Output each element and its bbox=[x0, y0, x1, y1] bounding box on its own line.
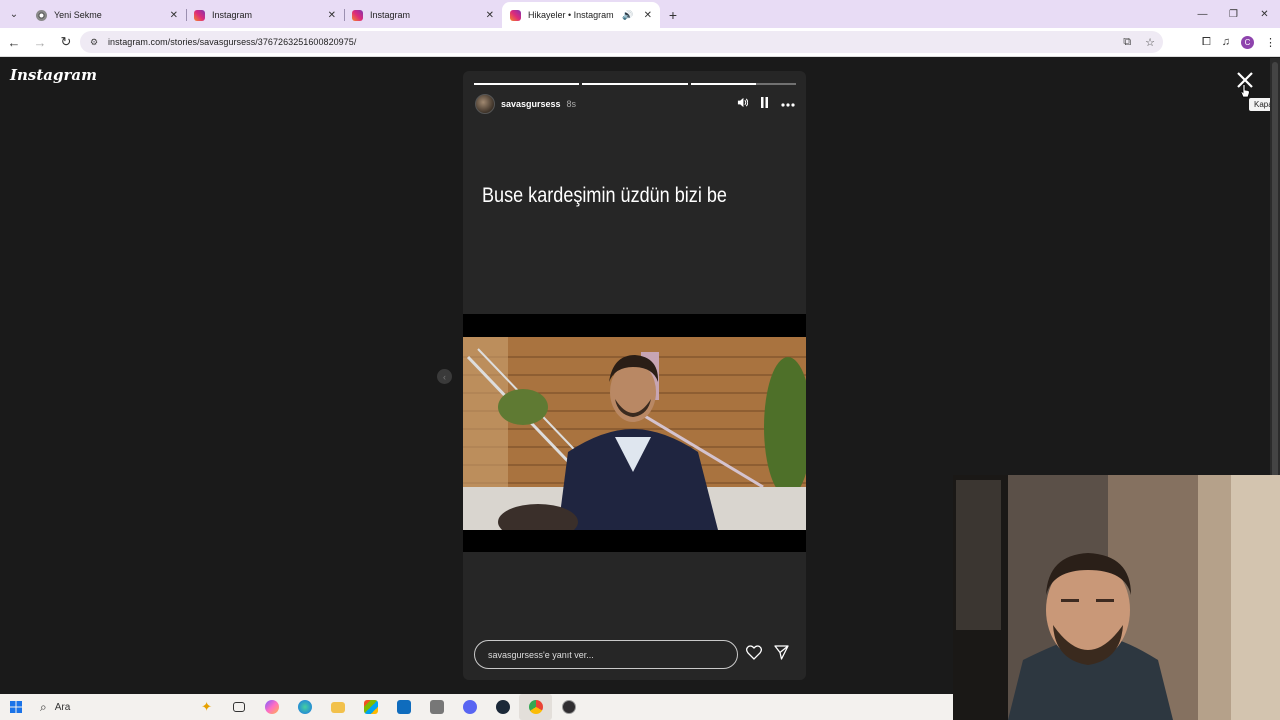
reload-button[interactable]: ↻ bbox=[54, 30, 78, 54]
close-tab-icon[interactable]: ✕ bbox=[644, 10, 652, 21]
copilot-sparkle-icon: ✦ bbox=[201, 699, 212, 714]
audio-playing-icon[interactable]: 🔊 bbox=[622, 10, 633, 21]
menu-kebab-icon[interactable]: ⋮ bbox=[1265, 36, 1276, 49]
story-controls bbox=[737, 94, 795, 114]
extensions-icon[interactable]: ⧠ bbox=[1202, 36, 1211, 49]
install-app-icon[interactable]: ⧉ bbox=[1123, 36, 1131, 49]
send-icon[interactable] bbox=[774, 645, 789, 665]
copilot-icon[interactable] bbox=[255, 694, 288, 720]
windows-icon bbox=[10, 701, 22, 713]
progress-fill bbox=[690, 83, 756, 85]
reply-actions bbox=[745, 645, 789, 665]
close-tab-icon[interactable]: ✕ bbox=[486, 10, 494, 21]
profile-avatar[interactable]: C bbox=[1241, 35, 1254, 49]
obs-icon[interactable] bbox=[552, 694, 585, 720]
url-text[interactable]: instagram.com/stories/savasgursess/37672… bbox=[108, 37, 356, 47]
tab-title: Instagram bbox=[212, 10, 253, 20]
arrow-right-icon: → bbox=[33, 34, 47, 50]
close-tab-icon[interactable]: ✕ bbox=[170, 10, 178, 21]
instagram-icon bbox=[510, 9, 521, 21]
tab-title: Instagram bbox=[370, 10, 411, 20]
minimize-icon[interactable]: — bbox=[1187, 0, 1218, 28]
progress-segment bbox=[582, 83, 688, 85]
tab-title: Hikayeler • Instagram bbox=[528, 10, 614, 20]
forward-button[interactable]: → bbox=[28, 30, 52, 54]
outlook-icon[interactable] bbox=[387, 694, 420, 720]
browser-tab[interactable]: Yeni Sekme ✕ bbox=[28, 2, 186, 28]
omnibox-actions: ⧉ ☆ bbox=[1123, 31, 1155, 53]
webcam-overlay bbox=[953, 475, 1280, 720]
progress-fill bbox=[474, 83, 580, 85]
search-icon: ⌕ bbox=[40, 699, 47, 714]
browser-tab[interactable]: Instagram ✕ bbox=[344, 2, 502, 28]
story-video[interactable] bbox=[463, 314, 806, 552]
discord-icon[interactable] bbox=[453, 694, 486, 720]
chrome-icon bbox=[36, 9, 47, 21]
instagram-logo[interactable]: Instagram bbox=[10, 66, 97, 84]
tab-title: Yeni Sekme bbox=[54, 10, 102, 20]
instagram-icon bbox=[194, 9, 205, 21]
window-controls: — ❐ ✕ bbox=[1187, 0, 1280, 28]
edge-icon[interactable] bbox=[288, 694, 321, 720]
chrome-taskbar-icon[interactable] bbox=[519, 694, 552, 720]
instagram-icon bbox=[352, 9, 363, 21]
progress-segment bbox=[690, 83, 796, 85]
story-username[interactable]: savasgursess bbox=[501, 99, 561, 109]
new-tab-button[interactable]: + bbox=[660, 2, 686, 28]
close-tab-icon[interactable]: ✕ bbox=[328, 10, 336, 21]
taskbar-search[interactable]: ⌕ Ara ✦ bbox=[32, 694, 222, 720]
video-frame bbox=[463, 337, 806, 530]
site-info-icon[interactable]: ⚙ bbox=[88, 36, 100, 48]
task-view-icon[interactable] bbox=[222, 694, 255, 720]
start-button[interactable] bbox=[0, 694, 32, 720]
bookmark-star-icon[interactable]: ☆ bbox=[1145, 36, 1155, 49]
story-progress bbox=[474, 83, 796, 85]
reply-placeholder: savasgursess'e yanıt ver... bbox=[488, 649, 594, 660]
file-explorer-icon[interactable] bbox=[321, 694, 354, 720]
chevron-down-icon: ⌄ bbox=[9, 8, 19, 20]
browser-toolbar: ← → ↻ ⚙ instagram.com/stories/savasgurse… bbox=[0, 28, 1280, 57]
story-caption: Buse kardeşimin üzdün bizi be bbox=[482, 184, 727, 207]
avatar[interactable] bbox=[475, 94, 495, 114]
volume-icon[interactable] bbox=[737, 97, 749, 111]
arrow-left-icon: ← bbox=[7, 34, 21, 50]
restore-icon[interactable]: ❐ bbox=[1218, 0, 1249, 28]
app-icon[interactable] bbox=[420, 694, 453, 720]
search-label: Ara bbox=[54, 701, 71, 713]
mouse-cursor-icon bbox=[1240, 84, 1250, 98]
toolbar-actions: ⧠ ♫ C ⋮ bbox=[1202, 31, 1276, 53]
store-icon[interactable] bbox=[354, 694, 387, 720]
close-window-icon[interactable]: ✕ bbox=[1249, 0, 1280, 28]
plus-icon: + bbox=[668, 7, 678, 23]
previous-story-button[interactable]: ‹ bbox=[437, 369, 452, 384]
reload-icon: ↻ bbox=[60, 34, 72, 49]
media-control-icon[interactable]: ♫ bbox=[1222, 36, 1230, 48]
pause-icon[interactable] bbox=[760, 97, 769, 111]
browser-tab-strip: ⌄ Yeni Sekme ✕ Instagram ✕ Instagram ✕ H… bbox=[0, 0, 1280, 28]
chevron-left-icon: ‹ bbox=[443, 371, 446, 382]
story-card[interactable]: savasgursess 8s Buse kardeşimin üzdün bi… bbox=[463, 71, 806, 680]
more-options-icon[interactable] bbox=[781, 98, 795, 110]
progress-fill bbox=[582, 83, 688, 85]
story-age: 8s bbox=[566, 99, 577, 109]
steam-icon[interactable] bbox=[486, 694, 519, 720]
heart-icon[interactable] bbox=[745, 645, 763, 665]
address-bar[interactable]: ⚙ instagram.com/stories/savasgursess/376… bbox=[80, 31, 1163, 53]
progress-segment bbox=[474, 83, 580, 85]
back-button[interactable]: ← bbox=[2, 30, 26, 54]
browser-tab-active[interactable]: Hikayeler • Instagram 🔊 ✕ bbox=[502, 2, 660, 28]
tab-search-dropdown[interactable]: ⌄ bbox=[0, 0, 28, 28]
browser-tab[interactable]: Instagram ✕ bbox=[186, 2, 344, 28]
windows-taskbar: ⌕ Ara ✦ bbox=[0, 694, 953, 720]
reply-input[interactable]: savasgursess'e yanıt ver... bbox=[474, 640, 738, 669]
story-header: savasgursess 8s bbox=[475, 94, 795, 114]
